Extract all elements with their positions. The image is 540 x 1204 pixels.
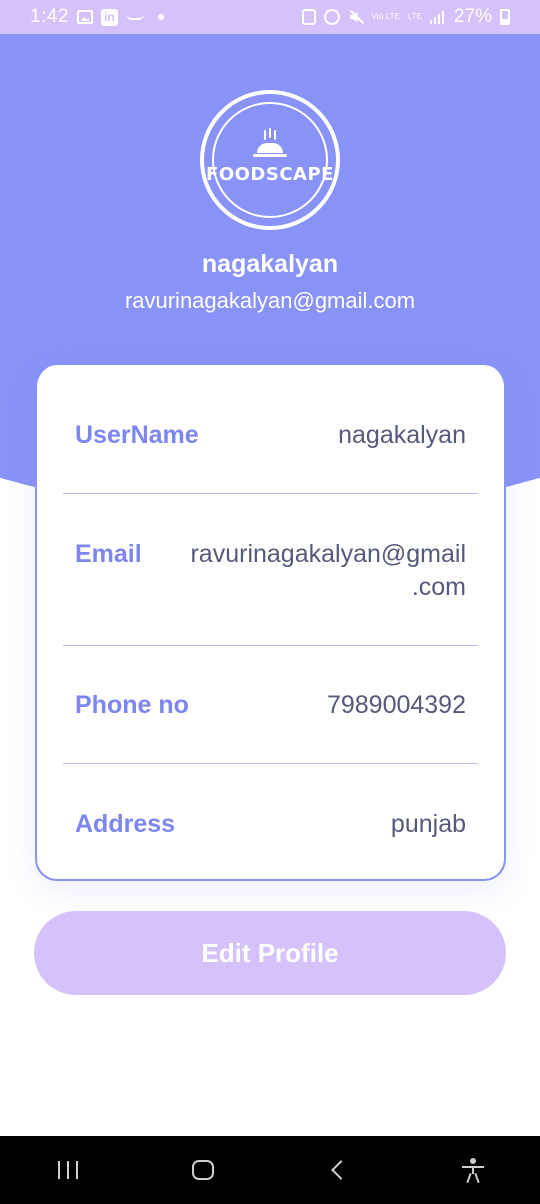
profile-screen: 1:42 in Vo) LTE LTE 27% FOODSCAPE nagaka… (0, 0, 540, 1204)
email-value-line1: ravurinagakalyan@gmail (190, 540, 466, 568)
home-icon (191, 1160, 214, 1180)
phone-row: Phone no 7989004392 (75, 689, 466, 722)
status-time: 1:42 (30, 6, 69, 27)
address-row: Address punjab (75, 808, 466, 841)
edit-profile-button[interactable]: Edit Profile (34, 911, 506, 995)
cloche-icon (253, 127, 287, 160)
profile-email: ravurinagakalyan@gmail.com (124, 288, 416, 313)
phone-value: 7989004392 (326, 691, 466, 719)
divider (63, 763, 478, 764)
username-label: UserName (75, 421, 199, 449)
battery-percent: 27% (453, 6, 492, 27)
username-value: nagakalyan (338, 421, 466, 449)
divider (63, 493, 478, 494)
phone-label: Phone no (75, 691, 189, 719)
address-value: punjab (390, 810, 466, 838)
status-bar: 1:42 in Vo) LTE LTE 27% (0, 0, 540, 34)
navigation-bar (0, 1136, 540, 1204)
address-label: Address (75, 810, 176, 838)
profile-name: nagakalyan (201, 250, 339, 278)
battery-icon (500, 9, 510, 25)
clipboard-icon (301, 9, 316, 25)
volte-label: Vo) LTE (371, 12, 400, 21)
mute-icon (348, 9, 364, 25)
profile-details-card: UserName nagakalyan Email ravurinagakaly… (35, 365, 506, 881)
gallery-icon (76, 10, 93, 24)
accessibility-button[interactable] (443, 1140, 503, 1200)
linkedin-icon: in (100, 8, 118, 26)
signal-icon (429, 10, 446, 24)
divider (63, 645, 478, 646)
accessibility-icon (461, 1158, 484, 1184)
recents-icon (57, 1161, 78, 1179)
status-bar-right: Vo) LTE LTE 27% (301, 6, 510, 28)
email-row: Email ravurinagakalyan@gmail .com (75, 538, 466, 604)
email-value: ravurinagakalyan@gmail .com (190, 538, 466, 604)
lte-label: LTE (407, 12, 422, 21)
email-label: Email (75, 540, 142, 568)
email-value-line2: .com (411, 573, 466, 601)
username-row: UserName nagakalyan (75, 419, 466, 452)
alarm-icon (323, 9, 340, 25)
app-logo-inner: FOODSCAPE (206, 102, 333, 218)
back-button[interactable] (308, 1140, 368, 1200)
back-icon (330, 1160, 351, 1180)
status-bar-left: 1:42 in (30, 6, 164, 28)
recents-button[interactable] (38, 1140, 98, 1200)
app-logo: FOODSCAPE (200, 90, 340, 230)
dash-icon (125, 14, 144, 20)
dot-icon (157, 14, 164, 20)
logo-text: FOODSCAPE (206, 163, 334, 185)
home-button[interactable] (173, 1140, 233, 1200)
